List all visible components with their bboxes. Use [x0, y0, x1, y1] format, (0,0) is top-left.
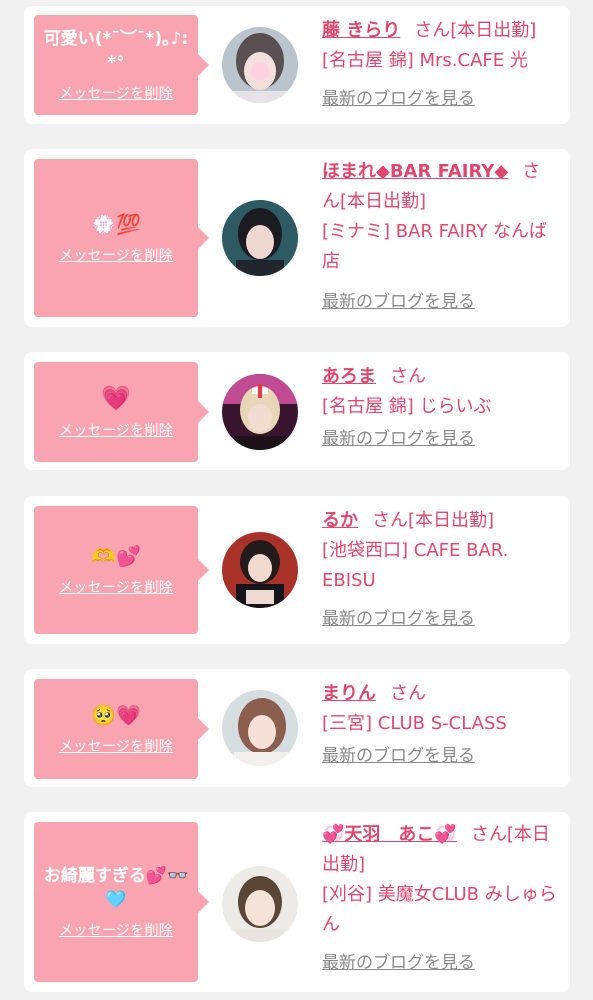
- message-bubble: 🫶💕 メッセージを削除: [34, 506, 209, 634]
- avatar[interactable]: [222, 27, 298, 103]
- message-card: 🫶💕 メッセージを削除 るか さん[本日出勤] [池袋西口] CAFE BAR. …: [24, 496, 570, 644]
- message-bubble: 可愛い(*¯︶¯*)｡♪:*° メッセージを削除: [34, 15, 209, 115]
- cast-name-link[interactable]: 💞天羽 あこ💞: [322, 824, 457, 845]
- work-status: [本日出勤]: [340, 191, 427, 212]
- latest-blog-link[interactable]: 最新のブログを見る: [322, 948, 475, 978]
- message-bubble: 💮💯 メッセージを削除: [34, 159, 209, 317]
- avatar-image: [222, 690, 298, 766]
- avatar-image: [222, 866, 298, 942]
- avatar[interactable]: [222, 866, 298, 942]
- cast-name-link[interactable]: まりん: [322, 683, 376, 704]
- avatar-image: [222, 374, 298, 450]
- cast-info: あろま さん [名古屋 錦] じらいぶ 最新のブログを見る: [322, 362, 558, 454]
- work-status: [本日出勤]: [450, 20, 537, 41]
- cast-name-link[interactable]: ほまれ◆BAR FAIRY◆: [322, 161, 508, 182]
- message-card: 💗 メッセージを削除 あろま さん [名古屋 錦] じらいぶ 最新のブログを見る: [24, 352, 570, 470]
- cast-info: ほまれ◆BAR FAIRY◆ さん[本日出勤] [ミナミ] BAR FAIRY な…: [322, 157, 558, 317]
- avatar-image: [222, 27, 298, 103]
- shop-name: [池袋西口] CAFE BAR. EBISU: [322, 540, 509, 591]
- delete-message-link[interactable]: メッセージを削除: [59, 920, 173, 940]
- work-status: [本日出勤]: [408, 510, 495, 531]
- message-text: 可愛い(*¯︶¯*)｡♪:*°: [43, 29, 189, 73]
- cast-name-link[interactable]: るか: [322, 510, 358, 531]
- message-card: 可愛い(*¯︶¯*)｡♪:*° メッセージを削除 藤 きらり さん[本日出勤] […: [24, 6, 570, 124]
- delete-message-link[interactable]: メッセージを削除: [59, 736, 173, 756]
- honorific: さん: [390, 683, 426, 704]
- delete-message-link[interactable]: メッセージを削除: [59, 420, 173, 440]
- message-card: 💮💯 メッセージを削除 ほまれ◆BAR FAIRY◆ さん[本日出勤] [ミナミ]…: [24, 149, 570, 327]
- avatar[interactable]: [222, 690, 298, 766]
- cast-name-link[interactable]: あろま: [322, 366, 376, 387]
- message-text: 💮💯: [91, 212, 141, 236]
- honorific: さん: [414, 20, 451, 41]
- latest-blog-link[interactable]: 最新のブログを見る: [322, 424, 475, 454]
- message-bubble: 🥺💗 メッセージを削除: [34, 679, 209, 779]
- cast-info: まりん さん [三宮] CLUB S-CLASS 最新のブログを見る: [322, 679, 558, 771]
- cast-info: 藤 きらり さん[本日出勤] [名古屋 錦] Mrs.CAFE 光 最新のブログを…: [322, 16, 558, 114]
- message-text: 🫶💕: [91, 544, 141, 568]
- shop-name: [名古屋 錦] じらいぶ: [322, 396, 492, 417]
- avatar[interactable]: [222, 374, 298, 450]
- message-text: 🥺💗: [91, 703, 141, 727]
- honorific: さん: [390, 366, 426, 387]
- message-card: 🥺💗 メッセージを削除 まりん さん [三宮] CLUB S-CLASS 最新のブ…: [24, 669, 570, 787]
- message-bubble: お綺麗すぎる💕👓🩵 メッセージを削除: [34, 822, 209, 982]
- message-text: 💗: [101, 384, 131, 412]
- honorific: さん: [372, 510, 408, 531]
- delete-message-link[interactable]: メッセージを削除: [59, 83, 173, 103]
- message-card: お綺麗すぎる💕👓🩵 メッセージを削除 💞天羽 あこ💞 さん[本日出勤] [刈谷] …: [24, 812, 570, 992]
- latest-blog-link[interactable]: 最新のブログを見る: [322, 84, 475, 114]
- avatar[interactable]: [222, 532, 298, 608]
- message-bubble: 💗 メッセージを削除: [34, 362, 209, 462]
- avatar-image: [222, 200, 298, 276]
- latest-blog-link[interactable]: 最新のブログを見る: [322, 604, 475, 634]
- honorific: さん: [470, 824, 507, 845]
- shop-name: [三宮] CLUB S-CLASS: [322, 713, 507, 734]
- cast-info: るか さん[本日出勤] [池袋西口] CAFE BAR. EBISU 最新のブログ…: [322, 506, 558, 634]
- shop-name: [名古屋 錦] Mrs.CAFE 光: [322, 50, 528, 71]
- delete-message-link[interactable]: メッセージを削除: [59, 245, 173, 265]
- cast-name-link[interactable]: 藤 きらり: [322, 20, 400, 41]
- shop-name: [ミナミ] BAR FAIRY なんば店: [322, 221, 548, 272]
- cast-info: 💞天羽 あこ💞 さん[本日出勤] [刈谷] 美魔女CLUB みしゅらん 最新のブロ…: [322, 820, 558, 978]
- shop-name: [刈谷] 美魔女CLUB みしゅらん: [322, 884, 557, 935]
- avatar-image: [222, 532, 298, 608]
- latest-blog-link[interactable]: 最新のブログを見る: [322, 287, 475, 317]
- avatar[interactable]: [222, 200, 298, 276]
- latest-blog-link[interactable]: 最新のブログを見る: [322, 741, 475, 771]
- message-text: お綺麗すぎる💕👓🩵: [43, 866, 189, 910]
- delete-message-link[interactable]: メッセージを削除: [59, 577, 173, 597]
